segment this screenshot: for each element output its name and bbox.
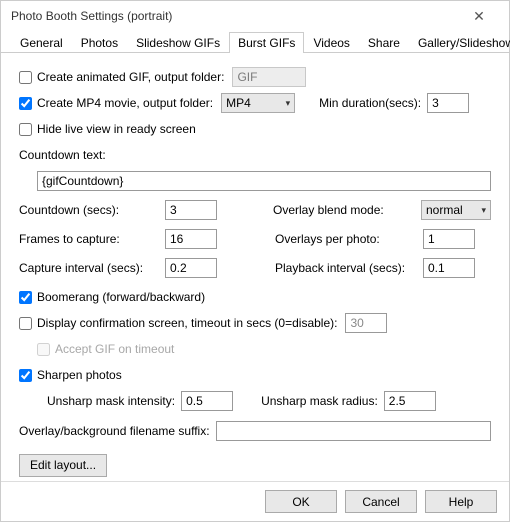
sharpen-checkbox[interactable] xyxy=(19,369,32,382)
countdown-text-input[interactable] xyxy=(37,171,491,191)
unsharp-intensity-label: Unsharp mask intensity: xyxy=(47,394,175,408)
playback-interval-label: Playback interval (secs): xyxy=(275,261,417,275)
countdown-text-label: Countdown text: xyxy=(19,148,106,162)
boomerang-label: Boomerang (forward/backward) xyxy=(37,290,205,304)
help-button[interactable]: Help xyxy=(425,490,497,513)
unsharp-intensity-input[interactable] xyxy=(181,391,233,411)
mp4-folder-value: MP4 xyxy=(226,96,251,110)
tab-strip: General Photos Slideshow GIFs Burst GIFs… xyxy=(1,31,509,53)
min-duration-label: Min duration(secs): xyxy=(319,96,421,110)
frames-input[interactable] xyxy=(165,229,217,249)
suffix-input[interactable] xyxy=(216,421,491,441)
confirm-timeout-input xyxy=(345,313,387,333)
countdown-secs-label: Countdown (secs): xyxy=(19,203,159,217)
titlebar: Photo Booth Settings (portrait) ✕ xyxy=(1,1,509,31)
playback-interval-input[interactable] xyxy=(423,258,475,278)
edit-layout-button[interactable]: Edit layout... xyxy=(19,454,107,477)
tab-photos[interactable]: Photos xyxy=(72,32,127,53)
overlays-per-input[interactable] xyxy=(423,229,475,249)
min-duration-input[interactable] xyxy=(427,93,469,113)
overlay-blend-label: Overlay blend mode: xyxy=(273,203,415,217)
capture-interval-label: Capture interval (secs): xyxy=(19,261,159,275)
boomerang-checkbox[interactable] xyxy=(19,291,32,304)
accept-gif-label: Accept GIF on timeout xyxy=(55,342,174,356)
tab-panel-burst-gifs: Create animated GIF, output folder: GIF … xyxy=(1,53,509,491)
gif-folder-select: GIF ▾ xyxy=(232,67,306,87)
overlays-per-label: Overlays per photo: xyxy=(275,232,417,246)
create-gif-label: Create animated GIF, output folder: xyxy=(37,70,224,84)
hide-live-checkbox[interactable] xyxy=(19,123,32,136)
create-gif-checkbox[interactable] xyxy=(19,71,32,84)
gif-folder-value: GIF xyxy=(237,70,257,84)
hide-live-label: Hide live view in ready screen xyxy=(37,122,196,136)
countdown-secs-input[interactable] xyxy=(165,200,217,220)
confirm-label: Display confirmation screen, timeout in … xyxy=(37,316,337,330)
unsharp-radius-label: Unsharp mask radius: xyxy=(261,394,378,408)
unsharp-radius-input[interactable] xyxy=(384,391,436,411)
overlay-blend-value: normal xyxy=(426,203,463,217)
tab-videos[interactable]: Videos xyxy=(304,32,358,53)
mp4-folder-select[interactable]: MP4 ▾ xyxy=(221,93,295,113)
tab-slideshow-gifs[interactable]: Slideshow GIFs xyxy=(127,32,229,53)
chevron-down-icon: ▾ xyxy=(481,205,486,216)
chevron-down-icon: ▾ xyxy=(286,98,291,109)
tab-share[interactable]: Share xyxy=(359,32,409,53)
frames-label: Frames to capture: xyxy=(19,232,159,246)
dialog-footer: OK Cancel Help xyxy=(1,481,509,521)
suffix-label: Overlay/background filename suffix: xyxy=(19,424,210,438)
create-mp4-checkbox[interactable] xyxy=(19,97,32,110)
tab-gallery-slideshow[interactable]: Gallery/Slideshow xyxy=(409,32,510,53)
window-title: Photo Booth Settings (portrait) xyxy=(11,9,172,23)
overlay-blend-select[interactable]: normal ▾ xyxy=(421,200,491,220)
capture-interval-input[interactable] xyxy=(165,258,217,278)
tab-general[interactable]: General xyxy=(11,32,72,53)
sharpen-label: Sharpen photos xyxy=(37,368,122,382)
create-mp4-label: Create MP4 movie, output folder: xyxy=(37,96,213,110)
ok-button[interactable]: OK xyxy=(265,490,337,513)
close-icon[interactable]: ✕ xyxy=(459,8,499,25)
accept-gif-checkbox xyxy=(37,343,50,356)
tab-burst-gifs[interactable]: Burst GIFs xyxy=(229,32,304,53)
confirm-checkbox[interactable] xyxy=(19,317,32,330)
cancel-button[interactable]: Cancel xyxy=(345,490,417,513)
